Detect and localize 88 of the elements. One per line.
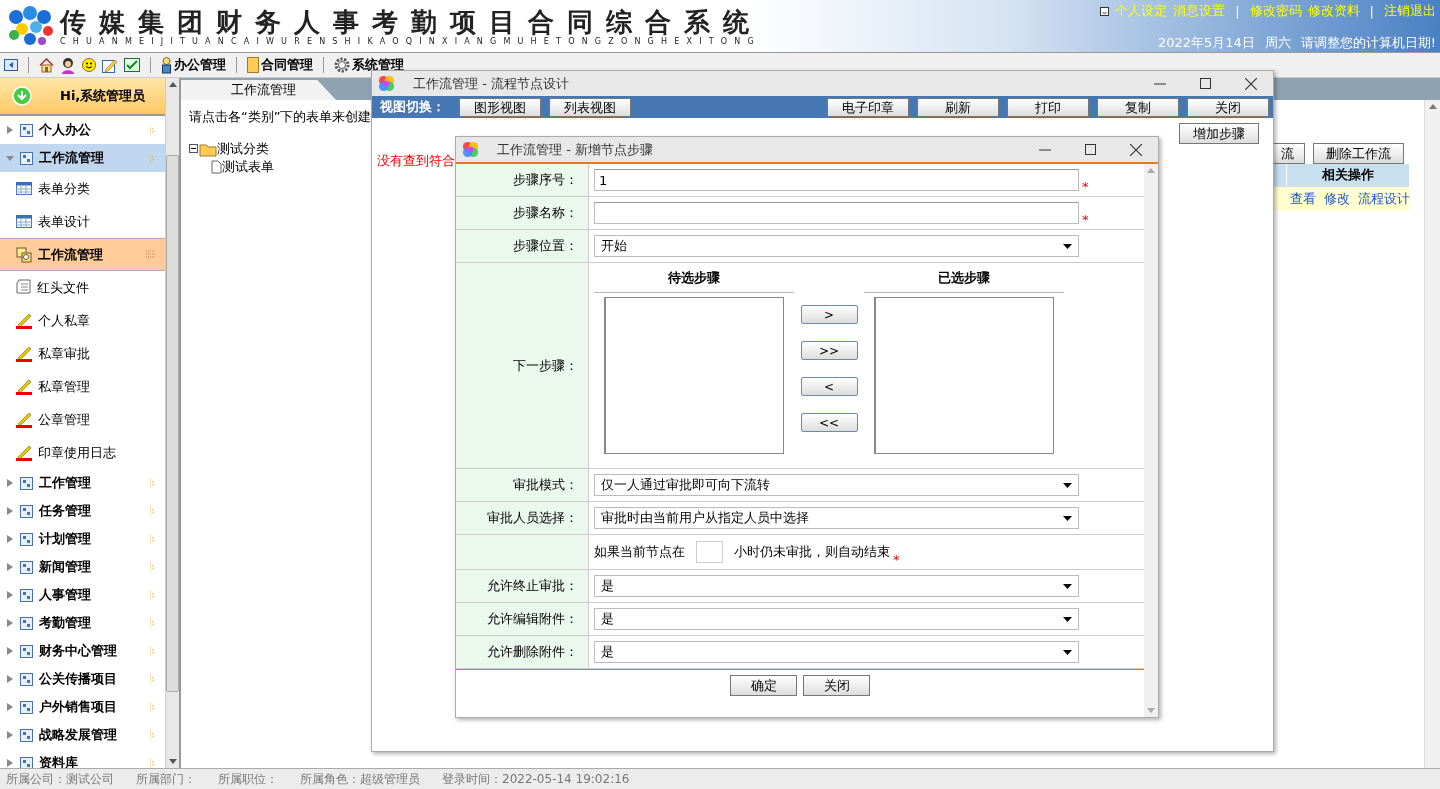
sidebar-item[interactable]: 计划管理 [0, 525, 165, 553]
select-field[interactable]: 是 [594, 608, 1079, 630]
view-button[interactable]: 图形视图 [459, 97, 541, 117]
separator: | [1234, 3, 1241, 19]
sidebar-item[interactable]: 个人办公 [0, 116, 165, 144]
tab[interactable]: 工作流管理 [181, 80, 336, 100]
label-cell: 允许删除附件： [456, 636, 589, 668]
sidebar-subitem[interactable]: 表单分类 [0, 172, 165, 205]
select-field[interactable]: 开始 [594, 235, 1079, 257]
field-text: 如果当前节点在 [594, 543, 685, 561]
sidebar-item[interactable]: 户外销售项目 [0, 693, 165, 721]
separator: | [1368, 3, 1375, 19]
select-field[interactable]: 是 [594, 575, 1079, 597]
move-button[interactable]: > [800, 305, 858, 324]
label-cell: 允许编辑附件： [456, 603, 589, 635]
sidebar-item[interactable]: 工作流管理 [0, 144, 165, 172]
sidebar-item[interactable]: 人事管理 [0, 581, 165, 609]
status-text: 登录时间：2022-05-14 19:02:16 [442, 770, 630, 788]
status-text: 所属职位： [218, 770, 278, 788]
header-link[interactable]: 注销退出 [1384, 2, 1436, 20]
sidebar-item[interactable]: 考勤管理 [0, 609, 165, 637]
date-text: 2022年5月14日 [1157, 34, 1255, 52]
action-button[interactable]: 关闭 [1187, 97, 1269, 117]
system-title: 传媒集团财务人事考勤项目合同综合系统 [60, 6, 762, 37]
input-field[interactable]: 1 [594, 169, 1079, 191]
select-field[interactable]: 仅一人通过审批即可向下流转 [594, 474, 1079, 496]
sidebar-item[interactable]: 财务中心管理 [0, 637, 165, 665]
dialog-button[interactable]: 关闭 [803, 675, 870, 696]
sidebar-subitem[interactable]: 公章管理 [0, 403, 165, 436]
system-subtitle: CHUANMEIJITUANCAIWURENSHIKAOQINXIANGMUHETONGZONGHEXITONG [60, 36, 762, 46]
window-title: 工作流管理 - 新增节点步骤 [497, 140, 654, 159]
menu-item[interactable]: 合同管理 [261, 56, 313, 74]
sidebar-subitem[interactable]: 个人私章 [0, 304, 165, 337]
required-mark: * [893, 552, 900, 569]
label-cell: 下一步骤： [456, 263, 589, 468]
label-cell: 步骤名称： [456, 197, 589, 229]
list-title: 已选步骤 [864, 269, 1064, 293]
status-text: 所属部门： [136, 770, 196, 788]
move-button[interactable]: << [800, 413, 858, 432]
action-button[interactable]: 复制 [1097, 97, 1179, 117]
select-field[interactable]: 是 [594, 641, 1079, 663]
sidebar-subitem[interactable]: 印章使用日志 [0, 436, 165, 469]
notice-text: 请调整您的计算机日期! [1300, 34, 1436, 52]
menu-item[interactable]: 办公管理 [174, 56, 226, 74]
action-link[interactable]: 查看 [1290, 190, 1316, 208]
view-button[interactable]: 列表视图 [549, 97, 631, 117]
menu-item[interactable]: 系统管理 [352, 56, 404, 74]
label-cell: 步骤位置： [456, 230, 589, 262]
select-field[interactable]: 审批时由当前用户从指定人员中选择 [594, 507, 1079, 529]
status-text: 所属公司：测试公司 [6, 770, 114, 788]
empty-message: 没有查到符合 [377, 152, 455, 170]
tree-item[interactable]: 测试分类 [217, 140, 269, 158]
action-button[interactable]: 电子印章 [827, 97, 909, 117]
add-step-button[interactable]: 增加步骤 [1179, 123, 1259, 144]
sidebar-subitem[interactable]: 私章管理 [0, 370, 165, 403]
tree-item[interactable]: 测试表单 [222, 158, 274, 176]
dialog-button[interactable]: 确定 [730, 675, 797, 696]
status-text: 所属角色：超级管理员 [300, 770, 420, 788]
action-link[interactable]: 修改 [1324, 190, 1350, 208]
sidebar-item[interactable]: 公关传播项目 [0, 665, 165, 693]
label-cell: 步骤序号： [456, 164, 589, 196]
sidebar-subitem[interactable]: 表单设计 [0, 205, 165, 238]
sidebar-item[interactable]: 战略发展管理 [0, 721, 165, 749]
move-button[interactable]: >> [800, 341, 858, 360]
instruction-text: 请点击各“类别”下的表单来创建 [189, 108, 373, 126]
column-header: 相关操作 [1286, 164, 1409, 186]
move-button[interactable]: < [800, 377, 858, 396]
window-title: 工作流管理 - 流程节点设计 [413, 74, 570, 93]
sidebar-subitem[interactable]: 红头文件 [0, 271, 165, 304]
required-mark: * [1082, 179, 1089, 196]
greeting-text: Hi,系统管理员 [60, 87, 146, 105]
action-link[interactable]: 流程设计 [1358, 190, 1410, 208]
list-title: 待选步骤 [594, 269, 794, 293]
action-button[interactable]: 刷新 [917, 97, 999, 117]
sidebar-item[interactable]: 工作管理 [0, 469, 165, 497]
action-button[interactable]: 打印 [1007, 97, 1089, 117]
required-mark: * [1082, 212, 1089, 229]
label-cell: 审批模式： [456, 469, 589, 501]
sidebar-subitem[interactable]: 工作流管理 [0, 238, 165, 271]
weekday-text: 周六 [1264, 34, 1291, 52]
view-label: 视图切换： [380, 98, 445, 116]
toolbar-button[interactable]: 删除工作流 [1313, 143, 1404, 164]
label-cell: 审批人员选择： [456, 502, 589, 534]
sidebar-item[interactable]: 新闻管理 [0, 553, 165, 581]
sidebar-item[interactable]: 任务管理 [0, 497, 165, 525]
sidebar-subitem[interactable]: 私章审批 [0, 337, 165, 370]
field-text: 小时仍未审批，则自动结束 [734, 543, 890, 561]
label-cell: 允许终止审批： [456, 570, 589, 602]
